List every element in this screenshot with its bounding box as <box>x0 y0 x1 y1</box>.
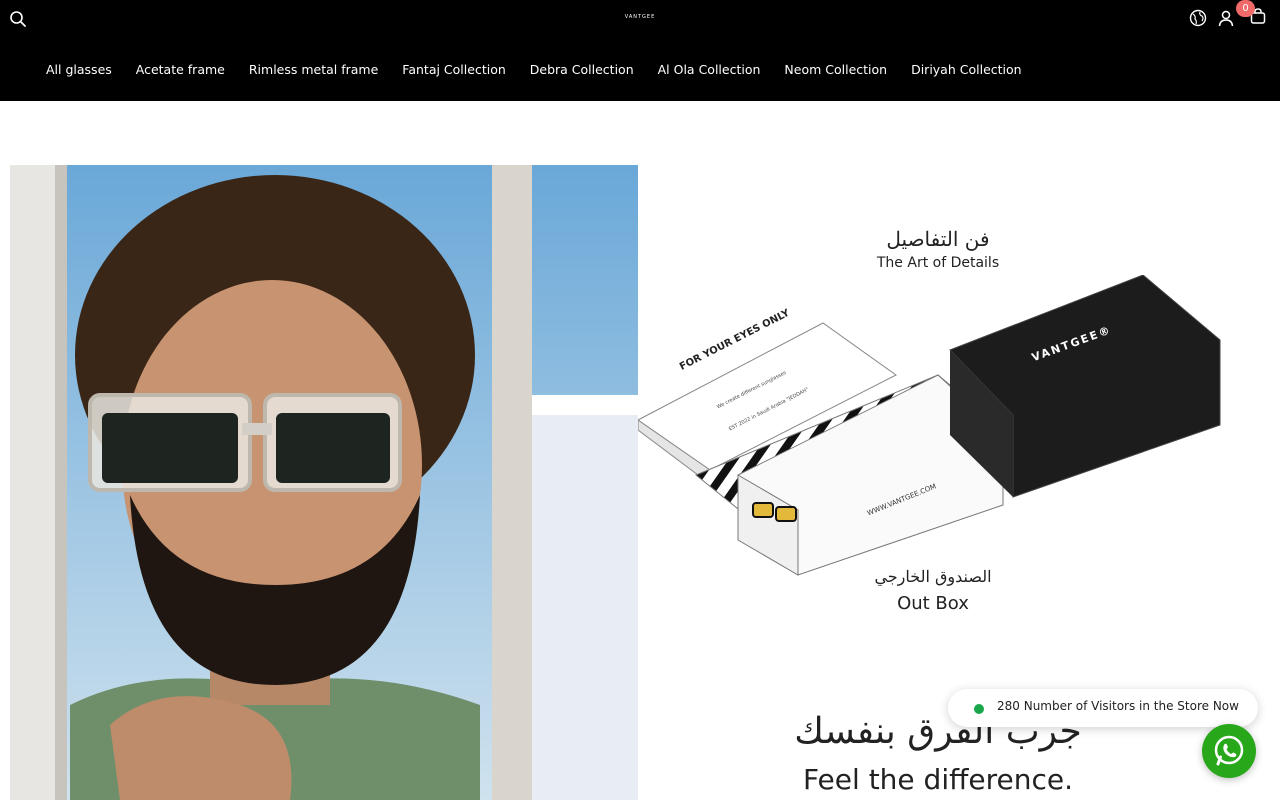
user-icon[interactable] <box>1217 9 1235 27</box>
cart-count-badge: 0 <box>1236 0 1255 17</box>
globe-icon[interactable] <box>1189 9 1207 27</box>
nav-item-rimless-metal-frame[interactable]: Rimless metal frame <box>237 60 390 80</box>
whatsapp-chat-button[interactable] <box>1202 724 1256 778</box>
site-header: VANTGEE 0 All glasses Acetate frame Riml… <box>0 0 1280 101</box>
hero-model-photo <box>10 165 638 800</box>
tagline-english: Feel the difference. <box>802 763 1074 796</box>
product-box-illustration <box>638 275 1221 576</box>
art-of-details-arabic: فن التفاصيل <box>886 227 990 251</box>
outbox-english: Out Box <box>897 593 969 614</box>
site-logo[interactable]: VANTGEE <box>600 14 680 20</box>
main-nav: All glasses Acetate frame Rimless metal … <box>34 60 1034 80</box>
nav-item-al-ola-collection[interactable]: Al Ola Collection <box>646 60 773 80</box>
nav-item-diriyah-collection[interactable]: Diriyah Collection <box>899 60 1034 80</box>
nav-item-debra-collection[interactable]: Debra Collection <box>518 60 646 80</box>
whatsapp-icon <box>1214 735 1244 766</box>
visitors-text: 280 Number of Visitors in the Store Now <box>997 699 1239 713</box>
nav-item-all-glasses[interactable]: All glasses <box>34 60 124 80</box>
visitors-counter-widget: 280 Number of Visitors in the Store Now <box>948 689 1258 727</box>
online-indicator <box>974 704 984 714</box>
art-of-details-english: The Art of Details <box>876 255 1000 271</box>
search-icon[interactable] <box>9 10 27 28</box>
nav-item-acetate-frame[interactable]: Acetate frame <box>124 60 237 80</box>
nav-item-fantaj-collection[interactable]: Fantaj Collection <box>390 60 517 80</box>
nav-item-neom-collection[interactable]: Neom Collection <box>772 60 899 80</box>
outbox-arabic: الصندوق الخارجي <box>874 567 992 586</box>
